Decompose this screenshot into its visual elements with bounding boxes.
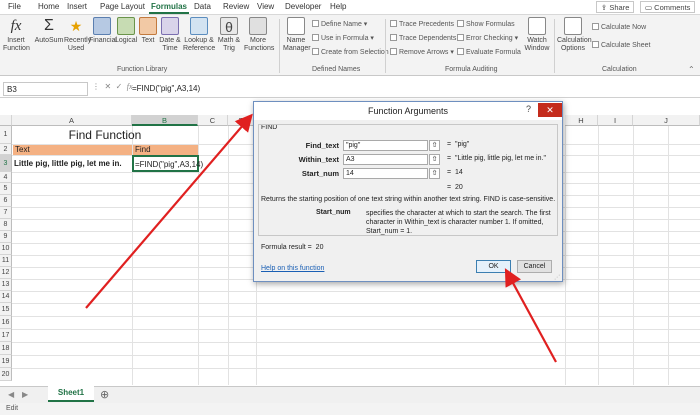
annotation-arrows xyxy=(85,113,557,363)
arrow-to-ok-button xyxy=(504,268,557,363)
arrow-to-dialog xyxy=(85,113,253,309)
